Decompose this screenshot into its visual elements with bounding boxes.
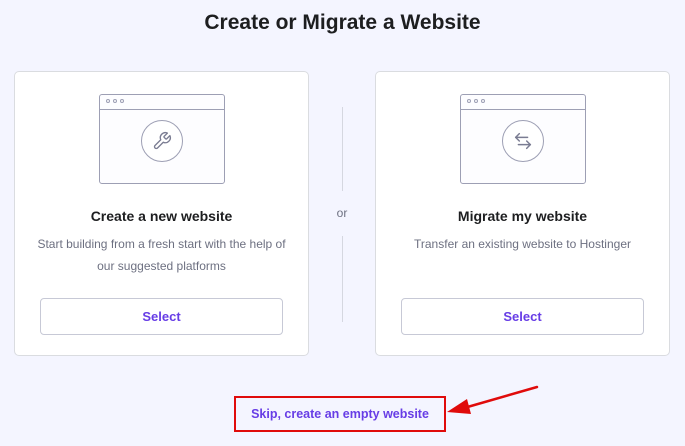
- separator-or-label: or: [336, 206, 348, 220]
- page-title: Create or Migrate a Website: [204, 11, 481, 34]
- window-dot-icon: [480, 99, 485, 103]
- window-dot-icon: [473, 99, 478, 103]
- separator-line: [342, 107, 343, 191]
- window-dot-icon: [112, 99, 117, 103]
- browser-window-illustration: [459, 94, 586, 184]
- create-website-card[interactable]: Create a new website Start building from…: [14, 71, 309, 356]
- migrate-website-card[interactable]: Migrate my website Transfer an existing …: [375, 71, 670, 356]
- window-titlebar: [460, 109, 585, 110]
- browser-window-illustration: [98, 94, 225, 184]
- window-dot-icon: [119, 99, 124, 103]
- create-select-button[interactable]: Select: [40, 298, 283, 335]
- create-card-title: Create a new website: [90, 208, 233, 224]
- separator-line: [342, 236, 343, 322]
- migrate-card-title: Migrate my website: [457, 208, 588, 224]
- window-dot-icon: [105, 99, 110, 103]
- wrench-icon: [140, 120, 183, 162]
- migrate-select-button[interactable]: Select: [401, 298, 644, 335]
- arrows-exchange-icon: [501, 120, 544, 162]
- window-titlebar: [99, 109, 224, 110]
- window-dot-icon: [466, 99, 471, 103]
- skip-empty-website-link[interactable]: Skip, create an empty website: [236, 398, 444, 430]
- create-card-description: Start building from a fresh start with t…: [37, 237, 286, 273]
- migrate-card-description: Transfer an existing website to Hostinge…: [414, 237, 631, 251]
- annotation-arrow-icon: [447, 385, 539, 414]
- annotation-highlight-box: Skip, create an empty website: [234, 396, 446, 432]
